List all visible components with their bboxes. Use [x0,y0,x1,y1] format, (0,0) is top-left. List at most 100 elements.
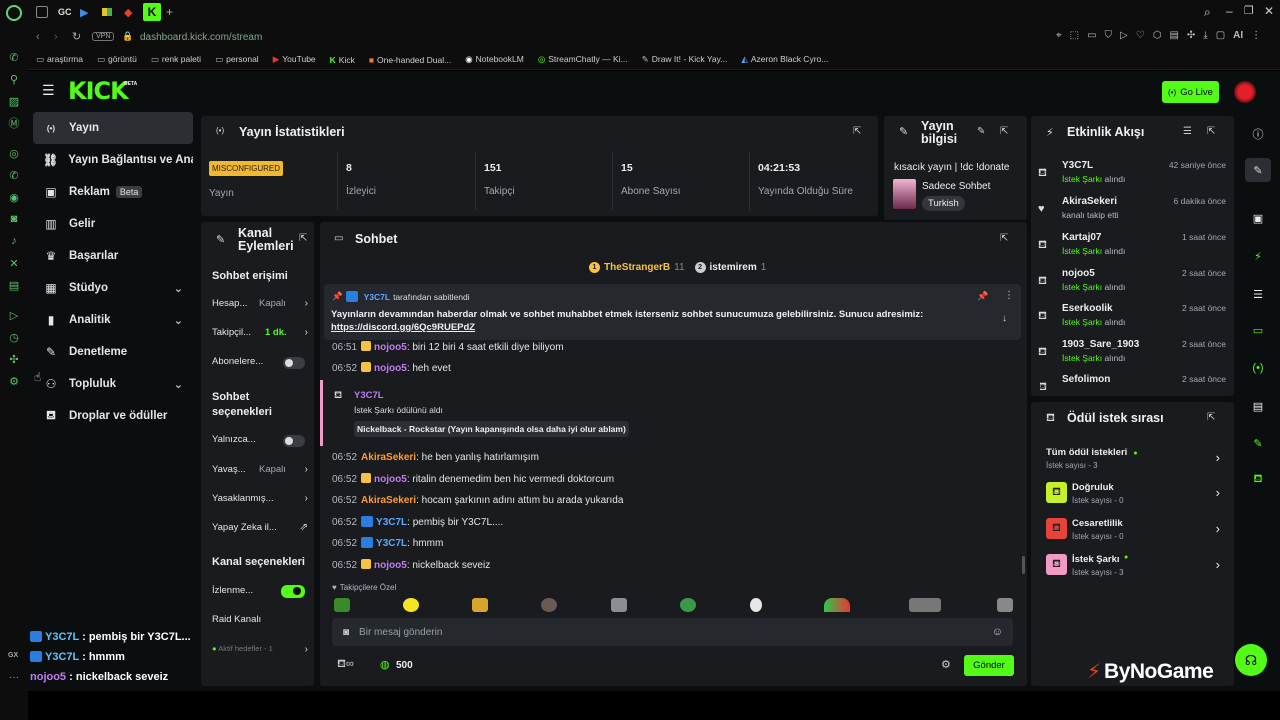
hamburger-menu-icon[interactable]: ☰ [42,82,55,99]
edit-icon[interactable]: ✎ [1245,158,1271,182]
instagram-icon[interactable]: ◙ [0,208,28,230]
more-icon[interactable]: ⋮ [1004,290,1014,301]
category-name[interactable]: Sadece Sohbet [922,181,990,192]
photo-icon[interactable]: ▨ [0,90,28,112]
whatsapp-icon[interactable]: ✆ [0,164,28,186]
sidebar-item-analitik[interactable]: ▮ Analitik ⌄ [33,304,193,336]
ad-icon[interactable]: ▣ [1245,206,1271,230]
tiktok-icon[interactable]: ♪ [0,230,28,252]
edit-icon[interactable]: ✎ [977,126,985,137]
download-icon[interactable]: ⤓ [1203,30,1207,41]
reward-item-cesaretlilik[interactable]: ⛾ Cesaretlilik İstek sayısı - 0 › [1046,518,1220,542]
bookmark-item[interactable]: ✎ Draw It! - Kick Yay... [642,54,728,65]
camera-icon[interactable]: ▭ [1087,30,1096,41]
bookmark-item[interactable]: ◎ StreamChatly — Ki... [538,54,628,65]
wallet-icon[interactable]: ▢ [1216,30,1225,41]
rewards-icon[interactable]: ⛾∞ [337,658,354,672]
workspace-icon[interactable] [36,6,48,18]
chat-icon[interactable]: ▭ [1245,318,1271,342]
play-tab-icon[interactable]: ▶ [80,6,88,19]
reward-user[interactable]: Y3C7L [354,390,384,401]
raid-channel-row[interactable]: Raid Kanalı [212,614,308,625]
all-rewards-row[interactable]: Tüm ödül istekleri ● İstek sayısı - 3 › [1046,446,1220,474]
maximize-icon[interactable]: ❐ [1244,4,1254,17]
opera-logo-icon[interactable] [6,5,22,21]
sidebar-item-basarilar[interactable]: ♛ Başarılar [33,240,193,272]
bookmark-item[interactable]: ▭ araştırma [36,54,83,65]
sidebar-item-droplar[interactable]: ⛾ Droplar ve ödüller [33,400,193,432]
emote-icon[interactable] [334,598,350,612]
banned-words-row[interactable]: Yasaklanmış... › [212,493,308,504]
bookmark-item[interactable]: ◭ Azeron Black Cyro... [741,54,828,65]
kick-logo[interactable]: KICK [68,77,129,105]
ai-moderation-row[interactable]: Yapay Zeka il... ⇗ [212,522,308,533]
extensions-icon[interactable]: ✣ [0,348,28,370]
url-field[interactable]: dashboard.kick.com/stream [140,32,262,43]
tab-icon[interactable] [102,8,112,16]
queue-icon[interactable]: ▤ [1245,394,1271,418]
emote-icon[interactable] [750,598,762,612]
tag-badge[interactable]: Turkish [922,196,965,211]
more-icon[interactable]: ··· [9,672,19,683]
m-icon[interactable]: Ⓜ [0,112,28,134]
emote-icon[interactable] [909,598,941,612]
sidebar-item-gelir[interactable]: ▥ Gelir [33,208,193,240]
reward-icon[interactable]: ⛾ [1245,468,1271,492]
active-goals-row[interactable]: ● Aktif hedefler - 1 › [212,644,308,655]
sidebar-item-studyo[interactable]: ▦ Stüdyo ⌄ [33,272,193,304]
lightning-icon[interactable]: ⚡ [1245,244,1271,268]
chat-scrollbar[interactable] [1022,556,1025,574]
emote-icon[interactable] [680,598,696,612]
gifter-name[interactable]: istemirem [710,262,757,273]
settings-icon[interactable]: ⚙ [0,370,28,392]
wrench-icon[interactable]: ✎ [1245,431,1271,455]
puzzle-icon[interactable]: ✣ [1187,30,1195,41]
vpn-badge[interactable]: VPN [92,32,115,41]
play-icon[interactable]: ▷ [1120,30,1128,41]
sidebar-item-yayin[interactable]: (•) Yayın [33,112,193,144]
followers-only-row[interactable]: Takipçil... 1 dk. › [212,327,308,338]
subs-only-toggle[interactable] [283,357,305,369]
bag-icon[interactable]: ⚲ [0,68,28,90]
reload-icon[interactable]: ↻ [72,30,81,43]
popout-icon[interactable]: ⇱ [1000,126,1008,137]
discord-icon[interactable]: ◉ [0,186,28,208]
reward-item-istek-sarki[interactable]: ⛾ İstek Şarkı ● İstek sayısı - 3 › [1046,554,1220,578]
screenshot-icon[interactable]: ⬚ [1070,30,1079,41]
back-icon[interactable]: ‹ [36,31,40,43]
messenger-icon[interactable]: ✆ [0,46,28,68]
minimize-icon[interactable]: – [1226,4,1233,18]
close-icon[interactable]: ✕ [1264,4,1274,18]
bookmark-item[interactable]: K Kick [330,55,355,65]
bookmark-item[interactable]: ▶ YouTube [273,54,316,65]
shield-icon[interactable]: ⛉ [1105,30,1113,41]
chat-icon[interactable]: ◎ [0,142,28,164]
pin-icon[interactable]: ⌖ [1056,30,1062,41]
gx-label[interactable]: GX [8,652,18,659]
account-age-row[interactable]: Hesap... Kapalı › [212,298,308,309]
avatar[interactable] [1234,81,1256,103]
emote-icon[interactable] [611,598,627,612]
chat-input[interactable]: ◙ Bir mesaj gönderin ☺ [332,618,1013,646]
search-icon[interactable]: ⌕ [1204,5,1211,20]
broadcast-icon[interactable]: (•) [1245,356,1271,380]
info-icon[interactable]: ⓘ [1245,122,1271,146]
collapse-icon[interactable]: ↓ [1002,313,1007,324]
emote-icon[interactable] [541,598,557,612]
sidebar-item-stream-key[interactable]: ⛓ Yayın Bağlantısı ve Anahtarı [33,144,193,176]
cube-icon[interactable]: ⬡ [1153,30,1162,41]
x-icon[interactable]: ✕ [0,252,28,274]
sidebar-item-topluluk[interactable]: ⚇ Topluluk ⌄ [33,368,193,400]
unpin-icon[interactable]: 📌 [977,291,988,302]
emote-icon[interactable] [403,598,419,612]
heart-icon[interactable]: ♡ [1136,30,1145,41]
sidebar-item-denetleme[interactable]: ✎ Denetleme [33,336,193,368]
emote-icon[interactable] [824,598,850,612]
bookmark-item[interactable]: ▭ renk paleti [151,54,201,65]
mature-toggle[interactable] [281,585,305,598]
emote-icon[interactable] [997,598,1013,612]
popout-icon[interactable]: ⇱ [1207,412,1215,423]
bookmark-item[interactable]: ▭ görüntü [97,54,137,65]
gifter-name[interactable]: TheStrangerB [604,262,670,273]
popout-icon[interactable]: ⇱ [1207,126,1215,137]
